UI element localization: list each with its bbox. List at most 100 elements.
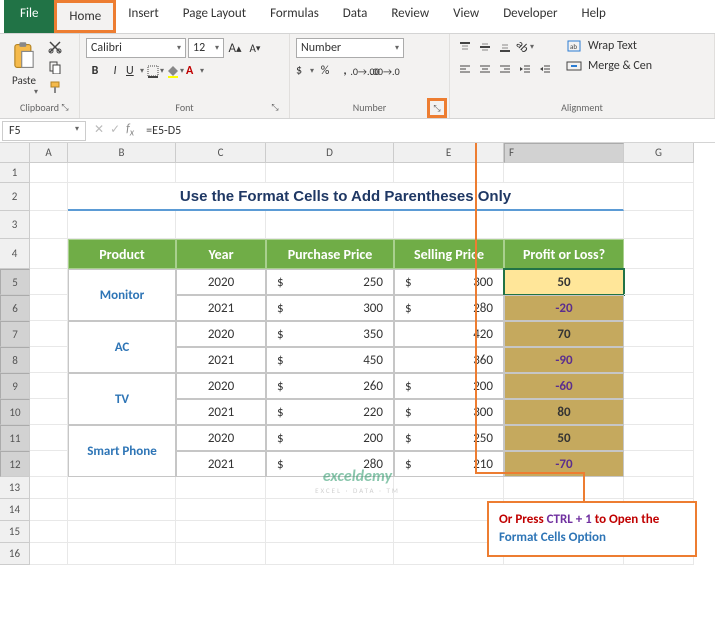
cell[interactable] [624, 163, 694, 183]
cell[interactable] [504, 211, 624, 239]
row-header[interactable]: 6 [0, 295, 30, 321]
cell[interactable] [30, 499, 68, 521]
product-cell[interactable]: Smart Phone [68, 425, 176, 477]
row-header[interactable]: 9 [0, 373, 30, 399]
tab-review[interactable]: Review [379, 0, 441, 33]
cell[interactable] [624, 269, 694, 295]
row-header[interactable]: 5 [0, 269, 30, 295]
year-cell[interactable]: 2020 [176, 373, 266, 399]
cell[interactable] [266, 163, 394, 183]
selling-price-cell[interactable]: 360 [394, 347, 504, 373]
cell[interactable] [624, 211, 694, 239]
align-middle-button[interactable] [476, 38, 494, 56]
cell[interactable] [176, 211, 266, 239]
purchase-price-cell[interactable]: $260 [266, 373, 394, 399]
cell[interactable] [30, 269, 68, 295]
row-header[interactable]: 12 [0, 451, 30, 477]
cell[interactable] [68, 543, 176, 565]
row-header[interactable]: 4 [0, 239, 30, 269]
font-color-button[interactable]: A▾ [186, 62, 204, 80]
cell[interactable] [394, 211, 504, 239]
cell[interactable] [68, 521, 176, 543]
align-center-button[interactable] [476, 60, 494, 78]
fx-icon[interactable]: fx [126, 122, 134, 138]
table-header[interactable]: Product [68, 239, 176, 269]
cell[interactable] [176, 477, 266, 499]
cell[interactable] [30, 373, 68, 399]
title-cell[interactable]: Use the Format Cells to Add Parentheses … [68, 183, 624, 211]
selling-price-cell[interactable]: $280 [394, 295, 504, 321]
cell[interactable] [504, 477, 624, 499]
cell[interactable] [266, 499, 394, 521]
font-name-select[interactable]: Calibri▾ [86, 38, 186, 58]
cell[interactable] [30, 347, 68, 373]
cell[interactable] [176, 499, 266, 521]
italic-button[interactable]: I [106, 62, 124, 80]
profit-loss-cell[interactable]: 50 [504, 269, 624, 295]
year-cell[interactable]: 2020 [176, 321, 266, 347]
col-header-d[interactable]: D [266, 143, 394, 163]
cut-button[interactable] [46, 38, 64, 56]
orientation-button[interactable]: ab▾ [516, 38, 534, 56]
cancel-icon[interactable]: ✕ [94, 122, 104, 138]
profit-loss-cell[interactable]: 50 [504, 425, 624, 451]
selling-price-cell[interactable]: $300 [394, 399, 504, 425]
cell[interactable] [30, 163, 68, 183]
cell[interactable] [68, 163, 176, 183]
merge-center-button[interactable]: Merge & Cen [566, 58, 652, 74]
cell[interactable] [176, 543, 266, 565]
profit-loss-cell[interactable]: -20 [504, 295, 624, 321]
fill-color-button[interactable]: ▾ [166, 62, 184, 80]
tab-view[interactable]: View [441, 0, 491, 33]
row-header[interactable]: 3 [0, 211, 30, 239]
col-header-e[interactable]: E [394, 143, 504, 163]
row-header[interactable]: 2 [0, 183, 30, 211]
tab-developer[interactable]: Developer [491, 0, 569, 33]
year-cell[interactable]: 2021 [176, 347, 266, 373]
align-right-button[interactable] [496, 60, 514, 78]
cell[interactable] [30, 295, 68, 321]
year-cell[interactable]: 2020 [176, 269, 266, 295]
col-header-g[interactable]: G [624, 143, 694, 163]
underline-button[interactable]: U▾ [126, 62, 144, 80]
accounting-format-button[interactable]: $▾ [296, 62, 314, 80]
col-header-b[interactable]: B [68, 143, 176, 163]
row-header[interactable]: 13 [0, 477, 30, 499]
cell[interactable] [266, 521, 394, 543]
cell[interactable] [30, 451, 68, 477]
table-header[interactable]: Selling Price [394, 239, 504, 269]
product-cell[interactable]: Monitor [68, 269, 176, 321]
align-bottom-button[interactable] [496, 38, 514, 56]
purchase-price-cell[interactable]: $450 [266, 347, 394, 373]
cell[interactable] [624, 477, 694, 499]
purchase-price-cell[interactable]: $300 [266, 295, 394, 321]
font-size-select[interactable]: 12▾ [188, 38, 224, 58]
year-cell[interactable]: 2021 [176, 451, 266, 477]
cell[interactable] [30, 543, 68, 565]
table-header[interactable]: Profit or Loss? [504, 239, 624, 269]
selling-price-cell[interactable]: $200 [394, 373, 504, 399]
row-header[interactable]: 1 [0, 163, 30, 183]
profit-loss-cell[interactable]: -70 [504, 451, 624, 477]
enter-icon[interactable]: ✓ [110, 122, 120, 138]
percent-button[interactable]: % [316, 62, 334, 80]
cell[interactable] [394, 163, 504, 183]
increase-font-button[interactable]: A▴ [226, 39, 244, 57]
col-header-a[interactable]: A [30, 143, 68, 163]
cell[interactable] [30, 521, 68, 543]
row-header[interactable]: 10 [0, 399, 30, 425]
cell[interactable] [624, 347, 694, 373]
cell[interactable] [68, 499, 176, 521]
selling-price-cell[interactable]: 420 [394, 321, 504, 347]
formula-input[interactable]: =E5-D5 [140, 122, 715, 140]
profit-loss-cell[interactable]: 70 [504, 321, 624, 347]
cell[interactable] [624, 399, 694, 425]
cell[interactable] [624, 183, 694, 211]
selling-price-cell[interactable]: $300 [394, 269, 504, 295]
row-header[interactable]: 15 [0, 521, 30, 543]
cell[interactable] [30, 425, 68, 451]
wrap-text-button[interactable]: abWrap Text [566, 38, 652, 54]
format-painter-button[interactable] [46, 78, 64, 96]
year-cell[interactable]: 2021 [176, 295, 266, 321]
cell[interactable] [504, 163, 624, 183]
